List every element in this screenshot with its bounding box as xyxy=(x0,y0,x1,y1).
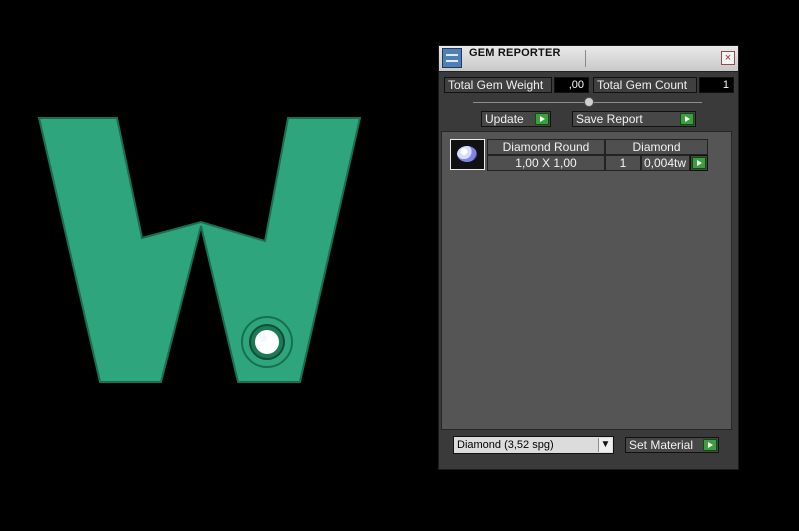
play-icon xyxy=(680,113,694,125)
panel-title: GEM REPORTER xyxy=(469,47,561,59)
modeling-workspace: GEM REPORTER × Total Gem Weight ,00 Tota… xyxy=(0,0,799,531)
gem-weight-cell: 0,004tw xyxy=(641,155,690,171)
gem-thumbnail xyxy=(457,146,477,162)
save-report-button-label: Save Report xyxy=(576,112,643,126)
chevron-down-icon[interactable]: ▼ xyxy=(598,438,612,452)
total-gem-count-value: 1 xyxy=(699,77,734,93)
diamond-highlight xyxy=(259,334,267,342)
gem-row-action-button[interactable] xyxy=(690,155,708,171)
material-select[interactable]: Diamond (3,52 spg) ▼ xyxy=(453,436,614,454)
gem-reporter-icon xyxy=(442,48,462,68)
update-button[interactable]: Update xyxy=(481,111,551,127)
letter-w-shape[interactable] xyxy=(37,117,362,383)
gem-reporter-panel: GEM REPORTER × Total Gem Weight ,00 Tota… xyxy=(438,45,739,470)
update-button-label: Update xyxy=(485,112,524,126)
play-icon xyxy=(692,157,706,169)
set-material-button-label: Set Material xyxy=(629,438,694,452)
total-gem-count-label: Total Gem Count xyxy=(593,77,697,93)
panel-titlebar[interactable]: GEM REPORTER × xyxy=(439,46,738,72)
diamond-gem[interactable] xyxy=(255,330,279,354)
gem-report-list: Diamond Round Diamond 1,00 X 1,00 1 0,00… xyxy=(441,131,732,430)
total-gem-weight-value: ,00 xyxy=(554,77,589,93)
round-diamond-icon[interactable] xyxy=(450,139,485,170)
save-report-button[interactable]: Save Report xyxy=(572,111,696,127)
close-icon[interactable]: × xyxy=(721,51,735,65)
gem-count-cell: 1 xyxy=(605,155,641,171)
collapse-toggle-icon[interactable] xyxy=(584,97,594,107)
play-icon xyxy=(703,439,717,451)
gem-size-cell: 1,00 X 1,00 xyxy=(487,155,605,171)
play-icon xyxy=(535,113,549,125)
titlebar-divider xyxy=(585,50,586,67)
gem-shape-cell: Diamond Round xyxy=(487,139,605,155)
total-gem-weight-label: Total Gem Weight xyxy=(444,77,552,93)
set-material-button[interactable]: Set Material xyxy=(625,437,719,453)
gem-material-cell: Diamond xyxy=(605,139,708,155)
material-select-value: Diamond (3,52 spg) xyxy=(457,439,554,451)
